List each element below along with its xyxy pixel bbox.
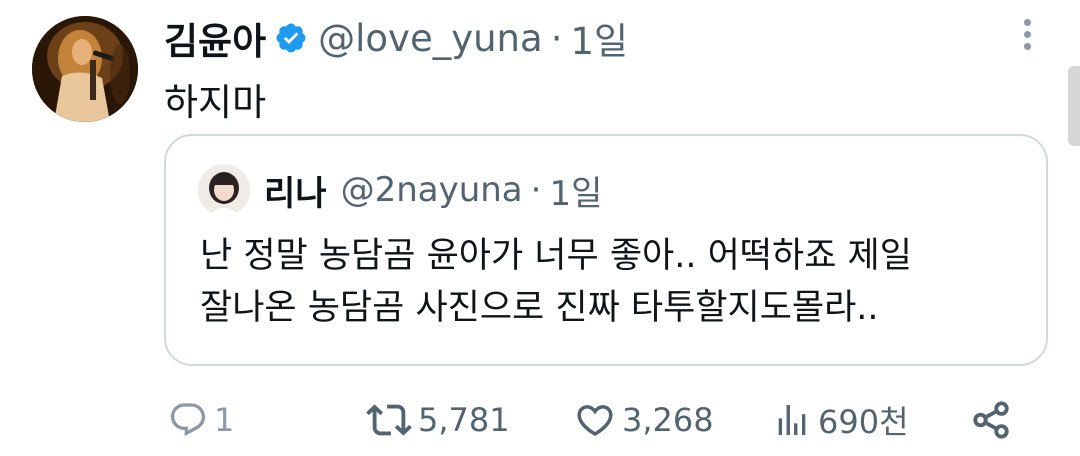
quoted-author-name[interactable]: 리나 <box>264 166 327 215</box>
quoted-tweet-text: 난 정말 농담곰 윤아가 너무 좋아.. 어떡하죠 제일 잘나온 농담곰 사진으… <box>200 230 1020 334</box>
author-avatar[interactable] <box>32 16 138 122</box>
more-options-icon[interactable] <box>1012 14 1042 54</box>
action-bar: 1 5,781 3,268 690천 <box>0 394 1080 446</box>
quoted-tweet[interactable]: 리나 @2nayuna · 1일 난 정말 농담곰 윤아가 너무 좋아.. 어떡… <box>164 134 1048 366</box>
scrollbar-thumb[interactable] <box>1068 66 1080 146</box>
tweet-text: 하지마 <box>164 81 267 124</box>
reply-icon <box>170 403 206 437</box>
quoted-tweet-header: 리나 @2nayuna · 1일 <box>264 166 602 214</box>
quoted-author-avatar[interactable] <box>198 164 250 216</box>
quoted-text-line: 난 정말 농담곰 윤아가 너무 좋아.. 어떡하죠 제일 <box>200 236 912 276</box>
share-icon <box>973 401 1009 439</box>
share-button[interactable] <box>970 394 1012 446</box>
quoted-text-line: 잘나온 농담곰 사진으로 진짜 타투할지도몰라.. <box>200 288 879 328</box>
separator-dot: · <box>530 170 542 210</box>
quoted-author-handle[interactable]: @2nayuna <box>341 170 523 210</box>
views-count: 690천 <box>818 403 909 441</box>
tweet[interactable]: 김윤아 @love_yuna · 1일 하지마 리나 @2nayuna · 1일… <box>0 0 1080 456</box>
reply-count: 1 <box>214 401 235 439</box>
retweet-button[interactable]: 5,781 <box>366 394 510 446</box>
like-count: 3,268 <box>622 401 714 439</box>
author-name[interactable]: 김윤아 <box>164 11 266 65</box>
retweet-count: 5,781 <box>418 401 510 439</box>
tweet-timestamp[interactable]: 1일 <box>570 11 628 65</box>
like-button[interactable]: 3,268 <box>574 394 714 446</box>
tweet-header: 김윤아 @love_yuna · 1일 <box>164 12 628 64</box>
separator-dot: · <box>550 16 563 60</box>
verified-badge-icon <box>274 21 308 55</box>
views-icon <box>778 405 806 435</box>
views-button[interactable]: 690천 <box>772 394 909 446</box>
quoted-tweet-timestamp[interactable]: 1일 <box>549 166 602 215</box>
reply-button[interactable]: 1 <box>168 394 234 446</box>
retweet-icon <box>366 404 412 436</box>
author-handle[interactable]: @love_yuna <box>318 17 543 60</box>
heart-icon <box>577 405 613 437</box>
